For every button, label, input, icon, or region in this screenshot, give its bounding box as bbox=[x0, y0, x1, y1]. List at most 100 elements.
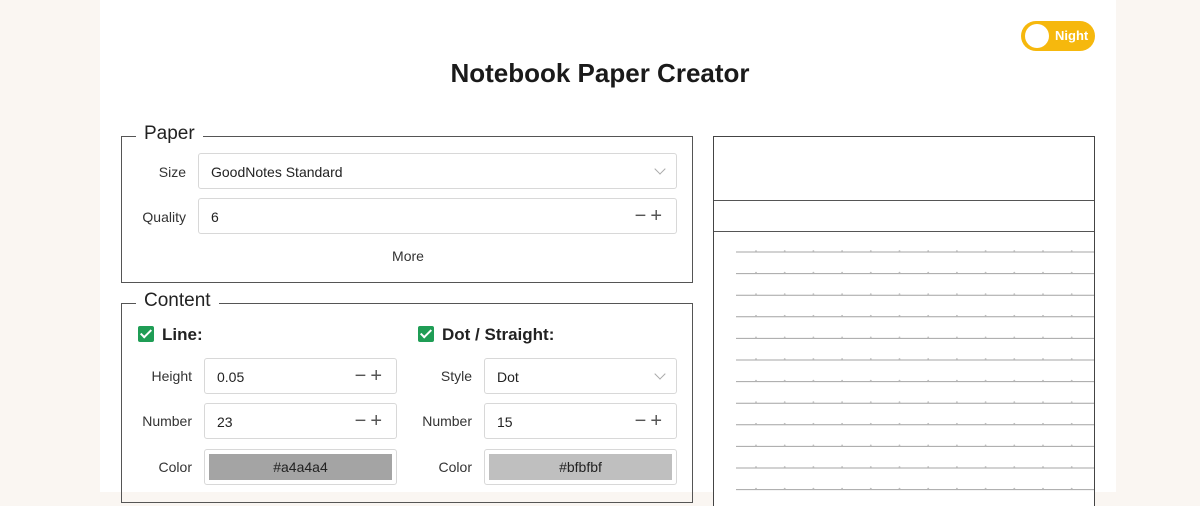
grid-dot bbox=[984, 444, 987, 447]
grid-dot bbox=[956, 358, 958, 360]
grid-dot bbox=[898, 422, 901, 425]
grid-dot bbox=[1070, 444, 1073, 447]
dot-number-value: 15 bbox=[497, 414, 513, 430]
paper-section: Paper Size GoodNotes Standard Quality 6 … bbox=[121, 123, 694, 283]
grid-dot bbox=[956, 444, 958, 447]
grid-dot bbox=[869, 271, 872, 274]
grid-dot bbox=[1013, 466, 1016, 468]
plus-icon[interactable]: + bbox=[650, 410, 666, 432]
grid-dot bbox=[956, 401, 958, 404]
line-number-label: Number bbox=[142, 413, 192, 429]
minus-icon[interactable]: − bbox=[635, 410, 651, 432]
grid-dot bbox=[1042, 358, 1044, 360]
grid-dot bbox=[812, 444, 815, 447]
grid-dot bbox=[812, 293, 815, 296]
grid-dot bbox=[956, 271, 958, 274]
line-checkbox[interactable] bbox=[138, 326, 154, 342]
grid-dot bbox=[927, 314, 930, 317]
dot-number-input[interactable]: 15 −+ bbox=[484, 403, 677, 439]
grid-dot bbox=[927, 401, 930, 404]
size-label: Size bbox=[158, 164, 186, 180]
grid-dot bbox=[927, 358, 930, 360]
grid-dot bbox=[1042, 293, 1044, 296]
grid-dot bbox=[927, 336, 930, 339]
grid-dot bbox=[984, 487, 987, 490]
grid-dot bbox=[755, 358, 757, 360]
dot-color-picker[interactable]: #bfbfbf bbox=[484, 449, 677, 485]
grid-dot bbox=[984, 293, 987, 296]
grid-dot bbox=[841, 379, 843, 382]
line-height-label: Height bbox=[151, 368, 192, 384]
quality-input[interactable]: 6 −+ bbox=[198, 198, 677, 234]
grid-dot bbox=[841, 250, 843, 252]
grid-dot bbox=[841, 336, 843, 339]
preview-lines bbox=[736, 250, 1094, 491]
grid-dot bbox=[1042, 444, 1044, 447]
line-color-picker[interactable]: #a4a4a4 bbox=[204, 449, 397, 485]
dot-color-label: Color bbox=[438, 459, 472, 475]
grid-dot bbox=[869, 314, 872, 317]
grid-dot bbox=[898, 358, 901, 360]
grid-dot bbox=[1042, 250, 1044, 252]
line-height-stepper: −+ bbox=[355, 365, 386, 388]
grid-dot bbox=[898, 336, 901, 339]
grid-dot bbox=[755, 444, 757, 447]
minus-icon[interactable]: − bbox=[635, 205, 651, 227]
grid-dot bbox=[812, 487, 815, 490]
minus-icon[interactable]: − bbox=[355, 365, 371, 387]
grid-dot bbox=[984, 314, 987, 317]
minus-icon[interactable]: − bbox=[355, 410, 371, 432]
grid-dot bbox=[755, 422, 757, 425]
grid-dot bbox=[1070, 422, 1073, 425]
plus-icon[interactable]: + bbox=[370, 365, 386, 387]
plus-icon[interactable]: + bbox=[650, 205, 666, 227]
grid-dot bbox=[1070, 466, 1073, 468]
grid-dot bbox=[812, 314, 815, 317]
paper-legend: Paper bbox=[136, 123, 203, 145]
grid-dot bbox=[869, 466, 872, 468]
dot-style-select[interactable]: Dot bbox=[484, 358, 677, 394]
content-section: Content Line: Height 0.05 −+ Number 23 −… bbox=[121, 290, 693, 503]
grid-dot bbox=[1013, 271, 1016, 274]
dot-checkbox[interactable] bbox=[418, 326, 434, 342]
toggle-label: Night bbox=[1055, 28, 1089, 43]
night-mode-toggle[interactable]: Night bbox=[1021, 21, 1095, 51]
grid-dot bbox=[927, 293, 930, 296]
line-number-value: 23 bbox=[217, 414, 233, 430]
grid-dot bbox=[1070, 250, 1073, 252]
dot-style-value: Dot bbox=[497, 369, 519, 385]
grid-dot bbox=[812, 379, 815, 382]
grid-dot bbox=[1042, 466, 1044, 468]
grid-dot bbox=[1042, 314, 1044, 317]
grid-dot bbox=[783, 487, 786, 490]
grid-dot bbox=[898, 487, 901, 490]
grid-dot bbox=[755, 487, 757, 490]
grid-dot bbox=[984, 379, 987, 382]
grid-dot bbox=[841, 358, 843, 360]
grid-dot bbox=[1070, 336, 1073, 339]
quality-stepper: −+ bbox=[635, 205, 666, 228]
grid-dot bbox=[1013, 422, 1016, 425]
dot-style-label: Style bbox=[440, 368, 472, 384]
grid-dot bbox=[1013, 444, 1016, 447]
grid-dot bbox=[956, 466, 958, 468]
grid-dot bbox=[1070, 314, 1073, 317]
grid-dot bbox=[841, 487, 843, 490]
grid-dot bbox=[812, 466, 815, 468]
grid-dot bbox=[869, 250, 872, 252]
grid-dot bbox=[956, 250, 958, 252]
grid-dot bbox=[783, 358, 786, 360]
grid-dot bbox=[1042, 487, 1044, 490]
chevron-down-icon bbox=[654, 163, 666, 175]
grid-dot bbox=[984, 466, 987, 468]
grid-dot bbox=[1042, 271, 1044, 274]
grid-dot bbox=[927, 379, 930, 382]
line-number-input[interactable]: 23 −+ bbox=[204, 403, 397, 439]
size-select[interactable]: GoodNotes Standard bbox=[198, 153, 677, 189]
more-button[interactable]: More bbox=[122, 248, 694, 264]
grid-dot bbox=[812, 336, 815, 339]
grid-dot bbox=[783, 250, 786, 252]
line-height-input[interactable]: 0.05 −+ bbox=[204, 358, 397, 394]
grid-dot bbox=[1013, 487, 1016, 490]
plus-icon[interactable]: + bbox=[370, 410, 386, 432]
